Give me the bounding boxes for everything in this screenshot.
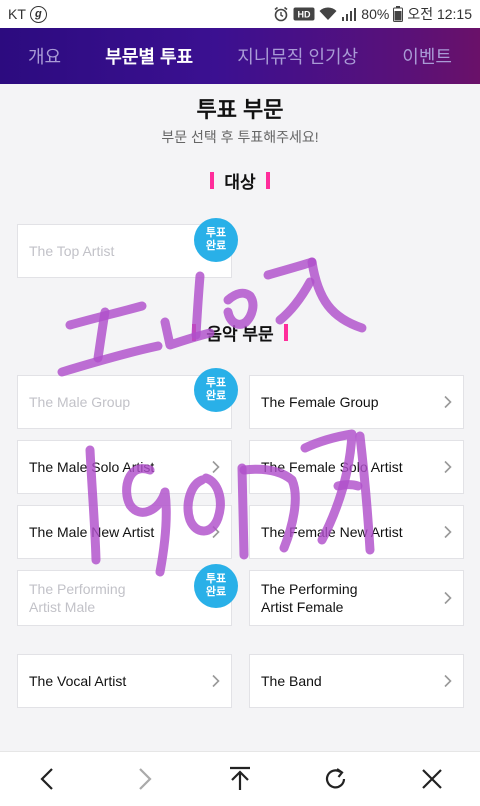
section-music: 음악 부문 bbox=[0, 320, 480, 345]
scroll-top-button[interactable] bbox=[216, 755, 264, 803]
chevron-right-icon bbox=[443, 460, 453, 474]
refresh-icon bbox=[325, 768, 346, 789]
card-label: The Performing Artist Female bbox=[261, 581, 358, 615]
alarm-icon bbox=[273, 6, 289, 22]
clock: 오전 12:15 bbox=[407, 6, 472, 22]
close-button[interactable] bbox=[408, 755, 456, 803]
status-icons: HD 80% 오전 12:15 bbox=[273, 4, 472, 24]
card-vocal-artist[interactable]: The Vocal Artist bbox=[17, 654, 232, 708]
section-marker bbox=[283, 324, 288, 341]
chevron-right-icon bbox=[211, 525, 221, 539]
chevron-right-icon bbox=[139, 768, 152, 790]
card-label: The Top Artist bbox=[29, 243, 115, 259]
chevron-right-icon bbox=[443, 591, 453, 605]
card-female-new[interactable]: The Female New Artist bbox=[249, 505, 464, 559]
chevron-right-icon bbox=[443, 674, 453, 688]
tab-event[interactable]: 이벤트 bbox=[402, 43, 452, 69]
arrow-up-to-top-icon bbox=[230, 766, 250, 790]
vote-complete-badge: 투표 완료 bbox=[194, 368, 238, 412]
chevron-right-icon bbox=[443, 395, 453, 409]
battery-percent: 80% bbox=[361, 6, 390, 22]
carrier-info: KT g bbox=[8, 5, 47, 23]
main-content: 투표 부문 부문 선택 후 투표해주세요! 대상 The Top Artist … bbox=[0, 84, 480, 751]
tab-genie-popularity[interactable]: 지니뮤직 인기상 bbox=[237, 43, 358, 69]
chevron-right-icon bbox=[211, 674, 221, 688]
page-subtitle: 부문 선택 후 투표해주세요! bbox=[161, 129, 319, 145]
card-female-solo[interactable]: The Female Solo Artist bbox=[249, 440, 464, 494]
card-male-new[interactable]: The Male New Artist bbox=[17, 505, 232, 559]
section-title-music: 음악 부문 bbox=[206, 325, 274, 344]
chevron-left-icon bbox=[40, 768, 53, 790]
card-label: The Band bbox=[261, 673, 322, 689]
section-grand: 대상 bbox=[0, 168, 480, 193]
wifi-icon bbox=[319, 7, 337, 21]
card-band[interactable]: The Band bbox=[249, 654, 464, 708]
card-label: The Performing Artist Male bbox=[29, 581, 126, 615]
carrier-badge-icon: g bbox=[29, 5, 47, 23]
forward-button[interactable] bbox=[120, 755, 168, 803]
vote-complete-badge: 투표 완료 bbox=[194, 218, 238, 262]
hd-label: HD bbox=[298, 10, 311, 20]
card-performing-female[interactable]: The Performing Artist Female bbox=[249, 570, 464, 626]
card-label: The Male Group bbox=[29, 394, 131, 410]
page-title: 투표 부문 bbox=[196, 97, 284, 122]
card-label: The Male Solo Artist bbox=[29, 459, 155, 475]
carrier-name: KT bbox=[8, 6, 26, 22]
card-label: The Female Solo Artist bbox=[261, 459, 403, 475]
hd-icon: HD bbox=[293, 7, 315, 21]
refresh-button[interactable] bbox=[312, 755, 360, 803]
tab-category-vote[interactable]: 부문별 투표 bbox=[105, 43, 193, 69]
tab-overview[interactable]: 개요 bbox=[28, 43, 61, 69]
card-label: The Vocal Artist bbox=[29, 673, 127, 689]
back-button[interactable] bbox=[24, 755, 72, 803]
card-label: The Female New Artist bbox=[261, 524, 403, 540]
card-female-group[interactable]: The Female Group bbox=[249, 375, 464, 429]
chevron-right-icon bbox=[211, 460, 221, 474]
section-marker bbox=[210, 172, 215, 189]
card-label: The Male New Artist bbox=[29, 524, 155, 540]
chevron-right-icon bbox=[443, 525, 453, 539]
browser-toolbar bbox=[0, 751, 480, 806]
status-bar: KT g HD 80% 오전 12:15 bbox=[0, 0, 480, 28]
signal-icon bbox=[341, 7, 357, 21]
battery-icon bbox=[393, 6, 404, 22]
top-navigation: 개요 부문별 투표 지니뮤직 인기상 이벤트 bbox=[0, 28, 480, 84]
vote-complete-badge: 투표 완료 bbox=[194, 564, 238, 608]
card-male-solo[interactable]: The Male Solo Artist bbox=[17, 440, 232, 494]
section-marker bbox=[265, 172, 270, 189]
section-title-grand: 대상 bbox=[224, 173, 256, 192]
section-marker bbox=[192, 324, 197, 341]
close-icon bbox=[422, 769, 442, 789]
card-label: The Female Group bbox=[261, 394, 379, 410]
